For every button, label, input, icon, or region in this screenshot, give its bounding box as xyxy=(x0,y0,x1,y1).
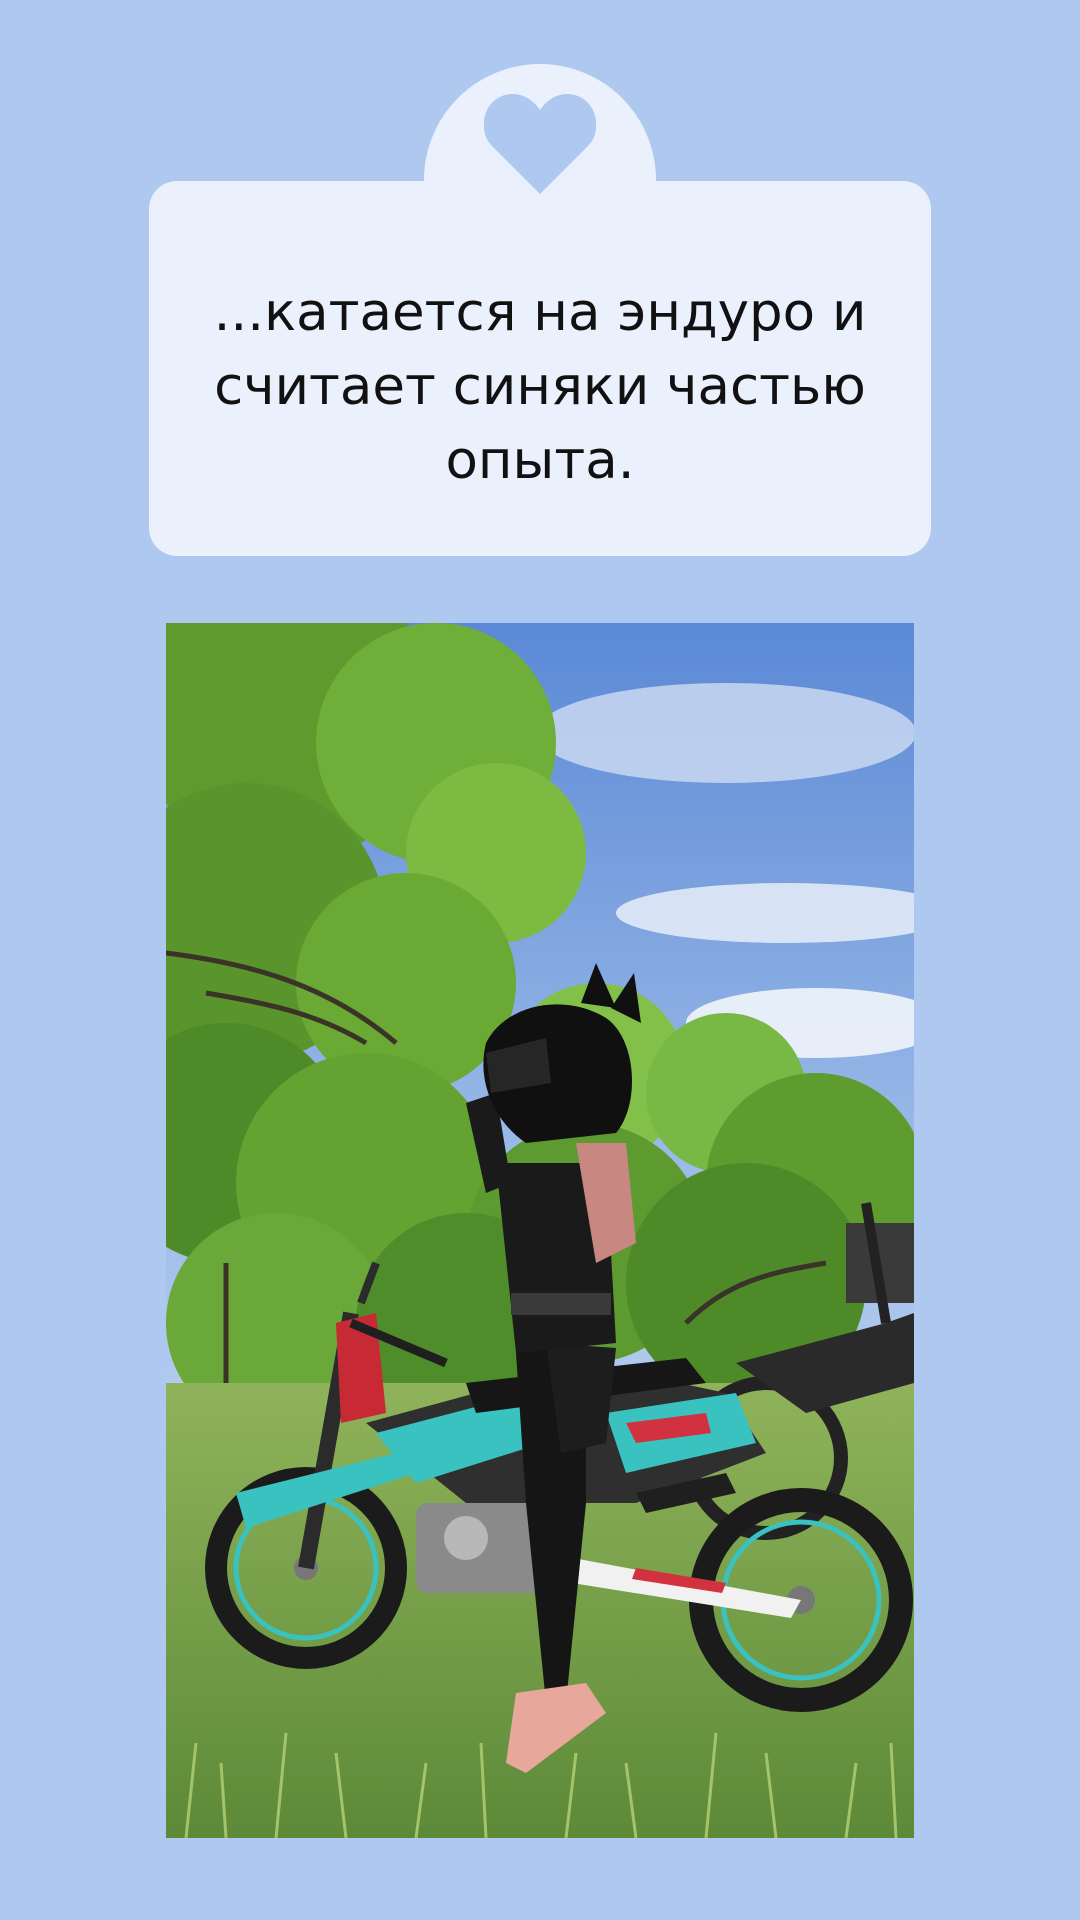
photo-illustration xyxy=(166,623,914,1838)
heart-icon xyxy=(484,93,596,194)
cloud xyxy=(536,683,914,783)
quote-text: ...катается на эндуро и считает синяки ч… xyxy=(213,282,867,491)
photo-image xyxy=(166,623,914,1838)
